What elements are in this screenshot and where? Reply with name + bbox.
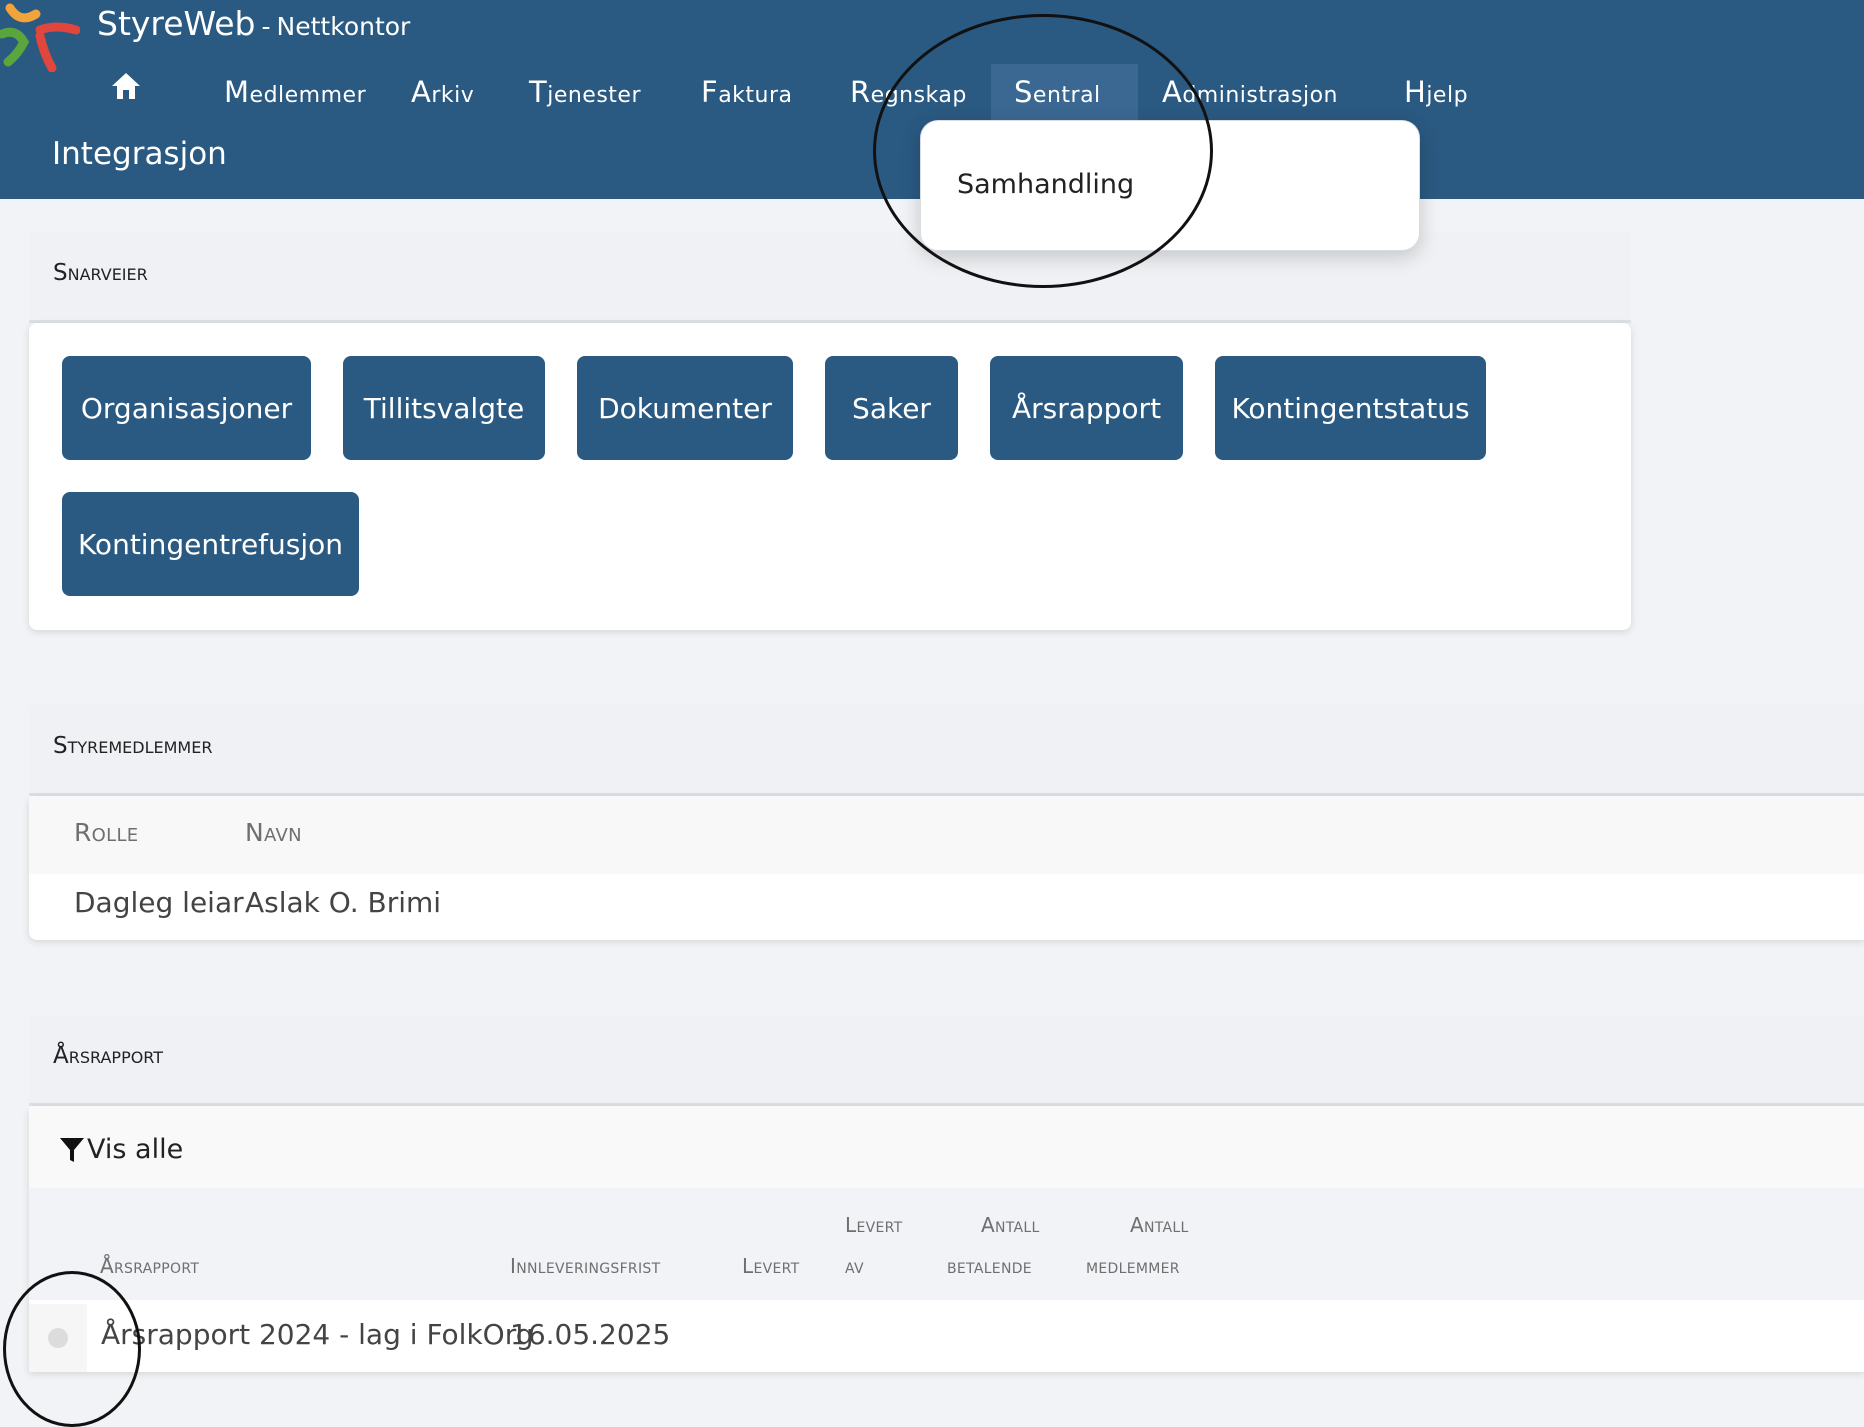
shortcut-organisasjoner-button[interactable]: Organisasjoner [62,356,311,460]
annual-panel: Vis alle Årsrapport Innleveringsfrist Le… [29,1106,1864,1372]
nav-medlemmer[interactable]: Medlemmer [224,75,366,109]
shortcut-arsrapport-button[interactable]: Årsrapport [990,356,1183,460]
styreweb-logo[interactable] [0,0,80,72]
annual-title: Årsrapport [53,1043,164,1069]
column-header-innleveringsfrist[interactable]: Innleveringsfrist [510,1254,660,1278]
shortcut-dokumenter-button[interactable]: Dokumenter [577,356,793,460]
column-header-betalende-line1[interactable]: Antall [981,1213,1040,1237]
shortcut-tillitsvalgte-button[interactable]: Tillitsvalgte [343,356,545,460]
column-header-navn[interactable]: Navn [245,818,302,847]
board-row-rolle: Dagleg leiar [74,886,244,919]
filter-icon [60,1138,84,1162]
nav-administrasjon[interactable]: Administrasjon [1162,75,1338,109]
filter-label: Vis alle [87,1134,184,1165]
nav-faktura[interactable]: Faktura [701,75,793,109]
annual-table-head [29,1188,1864,1300]
shortcuts-title: Snarveier [53,260,148,286]
column-header-rolle[interactable]: Rolle [74,818,138,847]
board-table: Rolle Navn Dagleg leiar Aslak O. Brimi [29,796,1864,940]
nav-sentral[interactable]: Sentral [1014,75,1101,109]
page-title: Integrasjon [52,136,227,172]
shortcut-kontingentstatus-button[interactable]: Kontingentstatus [1215,356,1486,460]
nav-regnskap[interactable]: Regnskap [850,75,967,109]
app-name: StyreWeb [97,4,256,43]
board-table-head [29,796,1864,874]
status-dot-icon [48,1328,68,1348]
annual-row-arsrapport[interactable]: Årsrapport 2024 - lag i FolkOrg [101,1318,534,1351]
nav-hjelp[interactable]: Hjelp [1404,75,1468,109]
annual-row-frist: 16.05.2025 [510,1318,671,1351]
column-header-arsrapport[interactable]: Årsrapport [100,1254,199,1278]
column-header-levert-av-line1[interactable]: Levert [845,1213,902,1237]
board-header: Styremedlemmer [29,705,1864,796]
column-header-medlemmer-line1[interactable]: Antall [1130,1213,1189,1237]
shortcut-kontingentrefusjon-button[interactable]: Kontingentrefusjon [62,492,359,596]
app-brand[interactable]: StyreWeb - Nettkontor [97,4,410,43]
board-row-navn: Aslak O. Brimi [245,886,442,919]
annual-header: Årsrapport [29,1015,1864,1106]
board-title: Styremedlemmer [53,733,213,759]
brand-separator: - [261,12,271,41]
nav-arkiv[interactable]: Arkiv [411,75,474,109]
shortcut-saker-button[interactable]: Saker [825,356,958,460]
column-header-levert[interactable]: Levert [742,1254,799,1278]
app-subtitle: Nettkontor [276,12,411,41]
sentral-dropdown-menu: Samhandling [920,120,1420,251]
annual-filter-bar [29,1106,1864,1188]
home-icon[interactable] [110,70,142,102]
nav-tjenester[interactable]: Tjenester [529,75,641,109]
column-header-medlemmer-line2[interactable]: medlemmer [1086,1254,1180,1278]
column-header-levert-av-line2[interactable]: av [845,1254,864,1278]
shortcuts-panel: Organisasjoner Tillitsvalgte Dokumenter … [29,323,1631,630]
column-header-betalende-line2[interactable]: betalende [947,1254,1032,1278]
menu-item-samhandling[interactable]: Samhandling [957,169,1134,200]
